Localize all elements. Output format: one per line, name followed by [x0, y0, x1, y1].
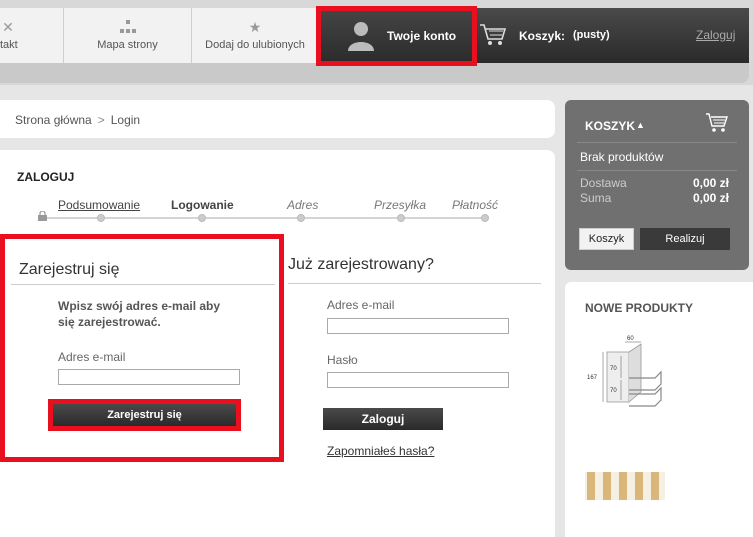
cart-widget: KOSZYK ▲ Brak produktów Dostawa 0,00 zł … — [565, 100, 749, 270]
breadcrumb: Strona główna > Login — [0, 100, 555, 138]
login-email-label: Adres e-mail — [327, 298, 395, 312]
total-label: Suma — [580, 191, 612, 205]
register-section-highlight: Zarejestruj się Wpisz swój adres e-mail … — [0, 234, 284, 462]
nav-add-favorites[interactable]: ★ Dodaj do ulubionych — [192, 8, 319, 63]
cart-button[interactable]: Koszyk — [579, 228, 634, 250]
register-button[interactable]: Zarejestruj się — [53, 404, 236, 426]
step-shipping: Przesyłka — [374, 198, 427, 212]
cart-widget-title[interactable]: KOSZYK — [585, 119, 635, 133]
user-icon — [348, 22, 374, 51]
divider — [11, 284, 275, 285]
login-password-input[interactable] — [327, 372, 509, 388]
login-title: Już zarejestrowany? — [288, 256, 434, 273]
nav-sitemap[interactable]: Mapa strony — [64, 8, 192, 63]
product-dim-label: 70 — [610, 366, 617, 372]
step-summary-dot — [97, 214, 105, 222]
step-login: Logowanie — [171, 198, 234, 212]
login-link[interactable]: Zaloguj — [696, 28, 735, 42]
sitemap-icon — [119, 20, 136, 34]
step-summary[interactable]: Podsumowanie — [58, 198, 140, 212]
main-panel: ZALOGUJ Podsumowanie Logowanie Adres Prz… — [0, 150, 555, 537]
step-address: Adres — [287, 198, 319, 212]
cart-empty-text: Brak produktów — [580, 150, 664, 164]
divider — [577, 170, 737, 171]
product-image-bracket[interactable]: 60 167 70 70 — [585, 334, 667, 416]
cart-label[interactable]: Koszyk: — [519, 29, 565, 43]
register-email-label: Adres e-mail — [58, 350, 126, 364]
account-button-highlight: Twoje konto — [316, 6, 477, 66]
cart-status: (pusty) — [573, 29, 610, 41]
account-button[interactable]: Twoje konto — [321, 11, 472, 61]
nav-contact[interactable]: ✕ takt — [0, 8, 64, 63]
account-label: Twoje konto — [387, 29, 457, 43]
login-button[interactable]: Zaloguj — [323, 408, 443, 430]
top-nav-strip — [0, 63, 749, 83]
top-cart-bar: Koszyk: (pusty) Zaloguj — [477, 8, 749, 63]
lock-icon — [38, 211, 47, 221]
checkout-steps-line — [42, 217, 488, 219]
step-payment: Płatność — [452, 198, 499, 212]
step-address-dot — [297, 214, 305, 222]
breadcrumb-current: Login — [110, 113, 141, 127]
checkout-button[interactable]: Realizuj — [640, 228, 730, 250]
login-email-input[interactable] — [327, 318, 509, 334]
nav-sitemap-label: Mapa strony — [97, 39, 158, 51]
new-products-title: NOWE PRODUKTY — [585, 301, 693, 315]
product-dim-label: 70 — [610, 388, 617, 394]
total-value: 0,00 zł — [692, 191, 729, 205]
shopping-cart-icon[interactable] — [479, 20, 507, 48]
breadcrumb-home[interactable]: Strona główna — [15, 113, 92, 127]
star-icon: ★ — [248, 19, 262, 35]
caret-up-icon[interactable]: ▲ — [636, 120, 645, 130]
register-button-highlight: Zarejestruj się — [48, 399, 241, 431]
register-title: Zarejestruj się — [19, 261, 120, 278]
step-payment-dot — [481, 214, 489, 222]
step-shipping-dot — [397, 214, 405, 222]
breadcrumb-separator: > — [97, 113, 105, 127]
login-password-label: Hasło — [327, 353, 358, 367]
divider — [288, 283, 541, 284]
product-image-slats[interactable] — [585, 472, 665, 500]
product-dim-label: 60 — [627, 336, 634, 342]
close-icon: ✕ — [2, 19, 14, 35]
register-email-input[interactable] — [58, 369, 240, 385]
nav-contact-label: takt — [0, 39, 18, 51]
register-description: Wpisz swój adres e-mail aby się zarejest… — [58, 299, 221, 329]
shopping-cart-icon — [706, 113, 728, 132]
shipping-label: Dostawa — [580, 176, 627, 190]
page-title: ZALOGUJ — [17, 170, 75, 184]
shipping-value: 0,00 zł — [692, 176, 729, 190]
divider — [577, 142, 737, 143]
forgot-password-link[interactable]: Zapomniałeś hasła? — [327, 444, 434, 458]
nav-add-favorites-label: Dodaj do ulubionych — [205, 39, 305, 51]
step-login-dot — [198, 214, 206, 222]
product-dim-label: 167 — [587, 375, 598, 381]
new-products-panel: NOWE PRODUKTY 60 167 70 70 — [565, 282, 753, 537]
